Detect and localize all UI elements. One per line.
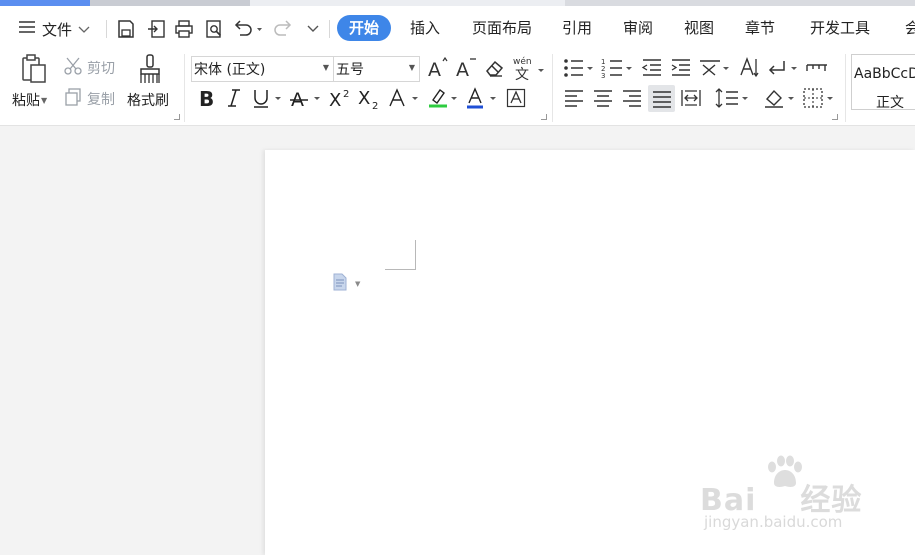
paste-button[interactable]: 粘贴 ▼ <box>12 90 47 110</box>
tab-view[interactable]: 视图 <box>672 15 726 41</box>
undo-icon[interactable] <box>232 18 264 40</box>
format-painter-label: 格式刷 <box>127 93 169 109</box>
chinese-layout-icon[interactable] <box>698 56 732 80</box>
clear-formatting-icon[interactable] <box>483 56 507 80</box>
watermark-url: jingyan.baidu.com <box>704 513 843 531</box>
copy-icon <box>63 87 83 111</box>
text-direction-icon[interactable] <box>737 56 761 80</box>
font-size-value: 五号 <box>336 62 364 78</box>
export-pdf-icon[interactable] <box>145 18 167 40</box>
svg-text:B: B <box>199 87 214 109</box>
phonetic-text: wén <box>513 56 532 67</box>
tab-review[interactable]: 审阅 <box>611 15 665 41</box>
decrease-indent-icon[interactable] <box>640 56 664 80</box>
phonetic-guide-icon[interactable]: wén 文 <box>512 55 546 81</box>
increase-indent-icon[interactable] <box>669 56 693 80</box>
tab-home[interactable]: 开始 <box>337 15 392 41</box>
copy-label: 复制 <box>87 92 115 108</box>
tab-insert[interactable]: 插入 <box>398 15 452 41</box>
bold-icon[interactable]: B <box>194 86 218 110</box>
caret-down-icon: ▼ <box>41 95 48 105</box>
chevron-down-icon <box>78 20 90 38</box>
cut-label: 剪切 <box>87 61 115 77</box>
subscript-icon[interactable]: X2 <box>357 86 383 110</box>
cut-button[interactable]: 剪切 <box>63 57 115 79</box>
character-border-icon[interactable] <box>505 86 527 110</box>
redo-icon[interactable] <box>272 18 294 40</box>
bullet-list-icon[interactable] <box>562 56 596 80</box>
distributed-icon[interactable] <box>679 86 703 110</box>
align-right-icon[interactable] <box>620 86 644 110</box>
caret-down-icon: ▼ <box>322 63 329 72</box>
highlight-icon[interactable] <box>427 86 461 110</box>
paste-label: 粘贴 <box>12 93 40 109</box>
separator <box>329 20 330 38</box>
italic-icon[interactable] <box>223 86 245 110</box>
format-painter-button[interactable]: 格式刷 <box>127 90 169 110</box>
svg-text:A: A <box>291 89 304 109</box>
tab-sections[interactable]: 章节 <box>733 15 787 41</box>
svg-text:A: A <box>456 59 469 79</box>
svg-text:3: 3 <box>601 72 605 79</box>
font-name-value: 宋体 (正文) <box>194 62 266 78</box>
superscript-icon[interactable]: X2 <box>328 86 354 110</box>
print-preview-icon[interactable] <box>203 18 225 40</box>
print-icon[interactable] <box>173 18 195 40</box>
caret-down-icon: ▼ <box>408 63 415 72</box>
tab-references[interactable]: 引用 <box>550 15 604 41</box>
tab-member[interactable]: 会 <box>893 15 915 41</box>
svg-text:X: X <box>329 90 341 109</box>
underline-icon[interactable] <box>251 86 285 110</box>
hamburger-icon <box>18 20 36 38</box>
svg-text:A: A <box>428 59 441 79</box>
shrink-font-icon[interactable]: A <box>454 56 478 80</box>
document-icon <box>331 273 349 295</box>
menu-bar: 文件 开始 插入 页面布局 引用 审阅 视图 章节 开发工具 会 <box>0 6 915 48</box>
customize-toolbar-icon[interactable] <box>302 18 324 40</box>
strikethrough-icon[interactable]: A <box>290 86 324 110</box>
group-separator <box>845 54 846 122</box>
line-spacing-icon[interactable] <box>714 86 750 110</box>
margin-corner-mark <box>385 240 416 270</box>
file-menu-button[interactable]: 文件 <box>18 16 90 42</box>
save-icon[interactable] <box>115 18 137 40</box>
style-name-label: 正文 <box>876 95 904 111</box>
line-break-icon[interactable] <box>766 56 800 80</box>
group-separator <box>184 54 185 122</box>
grow-font-icon[interactable]: A <box>426 56 450 80</box>
svg-text:2: 2 <box>372 101 378 109</box>
font-size-select[interactable]: 五号 ▼ <box>333 56 420 82</box>
svg-text:文: 文 <box>515 67 529 81</box>
style-preview-text: AaBbCcD <box>854 66 915 82</box>
scissors-icon <box>63 56 83 80</box>
file-menu-label: 文件 <box>42 20 73 39</box>
font-group-launcher[interactable] <box>541 114 547 120</box>
clipboard-group-launcher[interactable] <box>174 114 180 120</box>
tab-developer-tools[interactable]: 开发工具 <box>798 15 882 41</box>
copy-button[interactable]: 复制 <box>63 88 115 110</box>
group-separator <box>552 54 553 122</box>
paste-icon[interactable] <box>14 52 54 86</box>
format-painter-icon[interactable] <box>134 52 166 86</box>
tab-stops-icon[interactable] <box>804 56 830 80</box>
tab-page-layout[interactable]: 页面布局 <box>460 15 544 41</box>
font-color-icon[interactable] <box>466 86 500 110</box>
borders-icon[interactable] <box>802 86 836 110</box>
paragraph-group-launcher[interactable] <box>832 114 838 120</box>
separator <box>106 20 107 38</box>
svg-text:X: X <box>358 88 370 109</box>
align-center-icon[interactable] <box>591 86 615 110</box>
svg-text:2: 2 <box>343 89 349 100</box>
shading-icon[interactable] <box>763 86 797 110</box>
numbered-list-icon[interactable]: 123 <box>601 56 635 80</box>
caret-down-icon: ▼ <box>355 280 361 288</box>
ribbon-home: 粘贴▼ 剪切 复制 格式刷 宋体 (正文) ▼ 五号 ▼ A A wén文 <box>0 48 915 126</box>
justify-icon[interactable] <box>648 85 675 112</box>
text-effects-icon[interactable] <box>388 86 422 110</box>
paragraph-options-button[interactable]: ▼ <box>331 273 360 295</box>
style-normal[interactable]: AaBbCcD 正文 <box>851 54 915 111</box>
baidu-watermark: Bai 经验 jingyan.baidu.com <box>700 455 870 535</box>
align-left-icon[interactable] <box>562 86 586 110</box>
font-name-select[interactable]: 宋体 (正文) ▼ <box>191 56 334 82</box>
